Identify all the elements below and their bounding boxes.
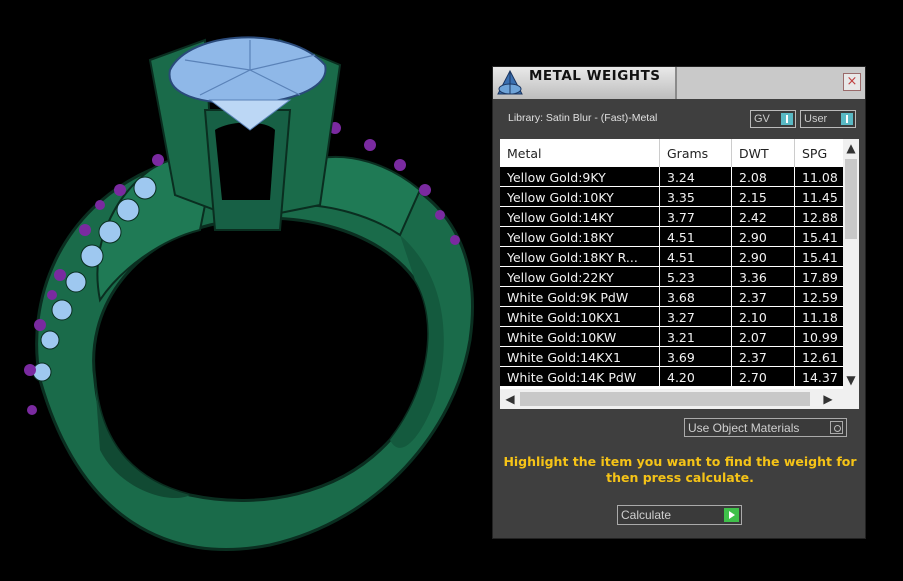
- cell-grams: 4.51: [660, 227, 732, 247]
- cell-spg: 11.18: [795, 307, 843, 327]
- cell-grams: 3.69: [660, 347, 732, 367]
- cell-spg: 14.37: [795, 367, 843, 387]
- cell-dwt: 2.15: [732, 187, 795, 207]
- cell-metal: Yellow Gold:18KY: [500, 227, 660, 247]
- table-row[interactable]: Yellow Gold:14KY 3.77 2.42 12.88: [500, 207, 843, 227]
- cell-grams: 5.23: [660, 267, 732, 287]
- calculate-button[interactable]: Calculate: [617, 505, 742, 525]
- table-row[interactable]: Yellow Gold:18KY 4.51 2.90 15.41: [500, 227, 843, 247]
- cell-metal: Yellow Gold:18KY R...: [500, 247, 660, 267]
- use-object-materials-radio[interactable]: [830, 421, 843, 434]
- cell-dwt: 3.36: [732, 267, 795, 287]
- cell-spg: 12.88: [795, 207, 843, 227]
- scroll-down-icon[interactable]: ▼: [843, 373, 859, 387]
- metal-weights-panel: METAL WEIGHTS × Library: Satin Blur - (F…: [492, 66, 866, 539]
- cell-grams: 3.77: [660, 207, 732, 227]
- cell-dwt: 2.37: [732, 287, 795, 307]
- table-row[interactable]: White Gold:14KX1 3.69 2.37 12.61: [500, 347, 843, 367]
- panel-title-tab: METAL WEIGHTS: [493, 67, 677, 99]
- cell-spg: 12.59: [795, 287, 843, 307]
- gv-toggle-knob: [781, 113, 793, 125]
- table-row[interactable]: White Gold:9K PdW 3.68 2.37 12.59: [500, 287, 843, 307]
- cell-spg: 12.61: [795, 347, 843, 367]
- cell-grams: 4.51: [660, 247, 732, 267]
- horizontal-scrollbar[interactable]: ◀ ▶: [500, 389, 859, 409]
- cell-metal: Yellow Gold:14KY: [500, 207, 660, 227]
- vertical-scrollbar[interactable]: ▲ ▼: [843, 139, 859, 389]
- cell-dwt: 2.08: [732, 167, 795, 187]
- plugin-logo-icon: [497, 69, 523, 95]
- cell-dwt: 2.10: [732, 307, 795, 327]
- user-toggle[interactable]: User: [800, 110, 856, 128]
- cell-grams: 4.20: [660, 367, 732, 387]
- cell-spg: 15.41: [795, 247, 843, 267]
- gv-toggle[interactable]: GV: [750, 110, 796, 128]
- column-header-metal[interactable]: Metal: [500, 139, 660, 167]
- scroll-left-icon[interactable]: ◀: [502, 392, 518, 406]
- ring-model: [24, 36, 474, 551]
- cell-grams: 3.68: [660, 287, 732, 307]
- table-row[interactable]: Yellow Gold:10KY 3.35 2.15 11.45: [500, 187, 843, 207]
- scroll-up-icon[interactable]: ▲: [843, 141, 859, 155]
- horizontal-scroll-thumb[interactable]: [520, 392, 810, 406]
- cell-spg: 17.89: [795, 267, 843, 287]
- cell-metal: White Gold:14K PdW: [500, 367, 660, 387]
- cell-dwt: 2.70: [732, 367, 795, 387]
- cell-spg: 11.45: [795, 187, 843, 207]
- gv-toggle-label: GV: [754, 113, 770, 125]
- user-toggle-label: User: [804, 113, 828, 125]
- cell-dwt: 2.07: [732, 327, 795, 347]
- cell-dwt: 2.42: [732, 207, 795, 227]
- cell-grams: 3.21: [660, 327, 732, 347]
- cell-dwt: 2.37: [732, 347, 795, 367]
- cell-spg: 10.99: [795, 327, 843, 347]
- column-header-dwt[interactable]: DWT: [732, 139, 795, 167]
- table-row[interactable]: Yellow Gold:9KY 3.24 2.08 11.08: [500, 167, 843, 187]
- table-header: Metal Grams DWT SPG: [500, 139, 843, 167]
- play-icon: [724, 508, 739, 522]
- cell-metal: White Gold:14KX1: [500, 347, 660, 367]
- table-row[interactable]: Yellow Gold:18KY R... 4.51 2.90 15.41: [500, 247, 843, 267]
- panel-title: METAL WEIGHTS: [529, 68, 661, 84]
- cell-metal: Yellow Gold:9KY: [500, 167, 660, 187]
- table-row[interactable]: White Gold:10KX1 3.27 2.10 11.18: [500, 307, 843, 327]
- library-label: Library: Satin Blur - (Fast)-Metal: [508, 112, 658, 124]
- cell-metal: Yellow Gold:10KY: [500, 187, 660, 207]
- use-object-materials-label: Use Object Materials: [688, 421, 800, 435]
- metal-table[interactable]: Metal Grams DWT SPG Yellow Gold:9KY 3.24 2…: [500, 139, 859, 409]
- table-row[interactable]: White Gold:14K PdW 4.20 2.70 14.37: [500, 367, 843, 387]
- cell-dwt: 2.90: [732, 227, 795, 247]
- cell-grams: 3.24: [660, 167, 732, 187]
- ring-3d-viewport[interactable]: [0, 0, 490, 581]
- use-object-materials-option[interactable]: Use Object Materials: [684, 418, 847, 437]
- column-header-spg[interactable]: SPG: [795, 139, 843, 167]
- table-row[interactable]: Yellow Gold:22KY 5.23 3.36 17.89: [500, 267, 843, 287]
- table-row[interactable]: White Gold:10KW 3.21 2.07 10.99: [500, 327, 843, 347]
- cell-grams: 3.35: [660, 187, 732, 207]
- cell-spg: 15.41: [795, 227, 843, 247]
- cell-metal: White Gold:9K PdW: [500, 287, 660, 307]
- cell-metal: White Gold:10KW: [500, 327, 660, 347]
- scroll-right-icon[interactable]: ▶: [820, 392, 836, 406]
- instruction-text: Highlight the item you want to find the …: [503, 454, 857, 485]
- close-button[interactable]: ×: [843, 73, 861, 91]
- column-header-grams[interactable]: Grams: [660, 139, 732, 167]
- calculate-label: Calculate: [621, 508, 672, 522]
- user-toggle-knob: [841, 113, 853, 125]
- cell-grams: 3.27: [660, 307, 732, 327]
- cell-metal: White Gold:10KX1: [500, 307, 660, 327]
- panel-titlebar[interactable]: METAL WEIGHTS ×: [493, 67, 865, 99]
- cell-dwt: 2.90: [732, 247, 795, 267]
- cell-metal: Yellow Gold:22KY: [500, 267, 660, 287]
- cell-spg: 11.08: [795, 167, 843, 187]
- vertical-scroll-thumb[interactable]: [845, 159, 857, 239]
